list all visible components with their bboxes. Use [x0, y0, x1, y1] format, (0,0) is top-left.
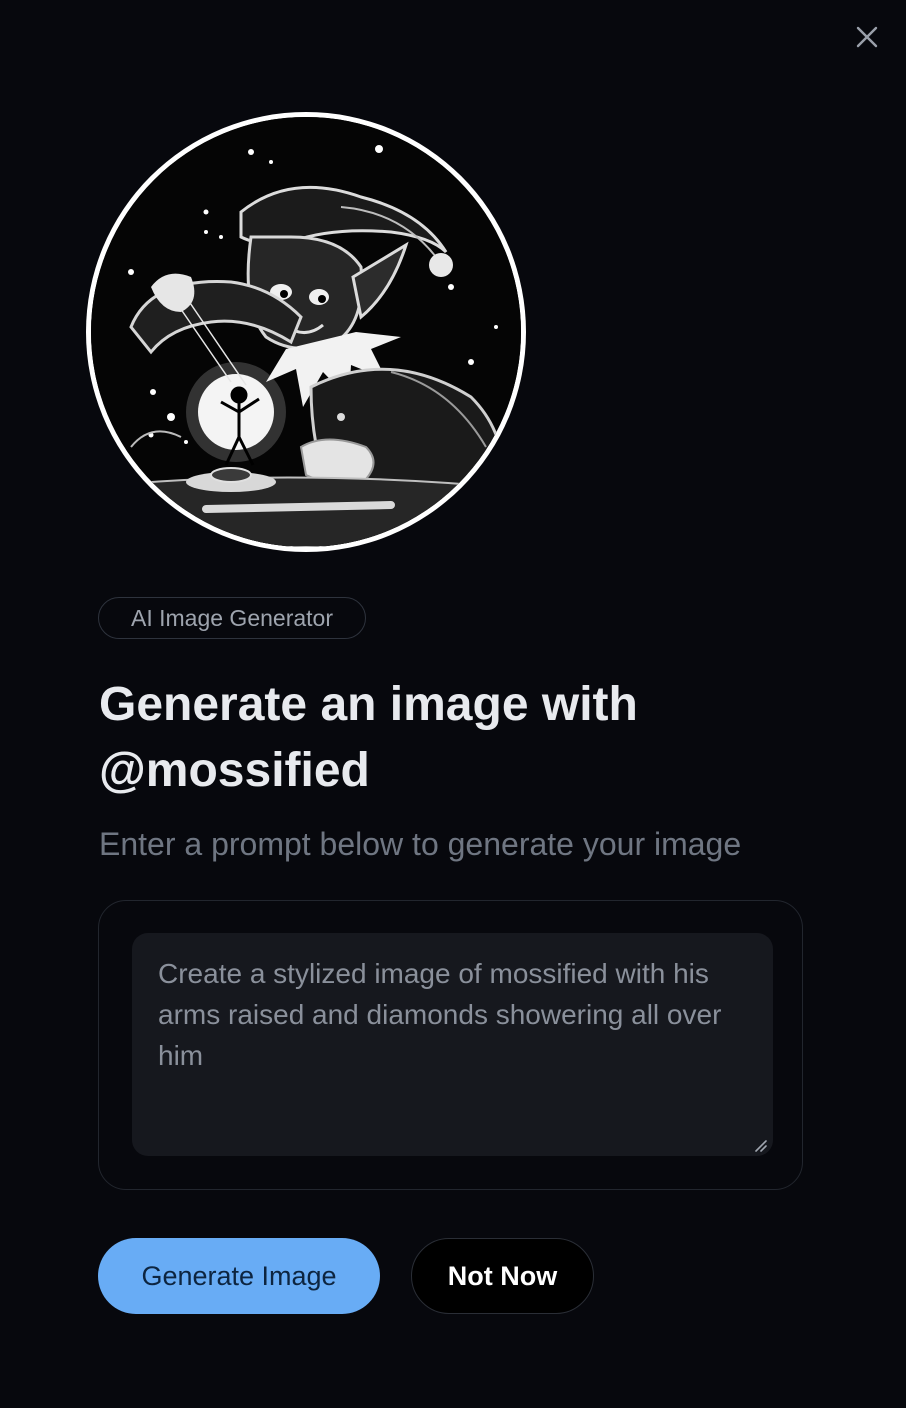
prompt-input[interactable] — [132, 933, 773, 1156]
dialog-subtitle: Enter a prompt below to generate your im… — [99, 826, 742, 862]
not-now-button[interactable]: Not Now — [411, 1238, 594, 1314]
resize-handle-icon[interactable] — [752, 1137, 768, 1153]
generate-image-button[interactable]: Generate Image — [98, 1238, 380, 1314]
dialog-title: Generate an image with @mossified — [99, 678, 638, 797]
close-icon — [856, 26, 878, 48]
image-generator-dialog: AI Image Generator Generate an image wit… — [0, 0, 906, 1408]
close-button[interactable] — [851, 21, 883, 53]
elf-illustration — [91, 117, 521, 547]
feature-badge: AI Image Generator — [98, 597, 366, 639]
prompt-card — [98, 900, 803, 1190]
hero-image — [86, 112, 526, 552]
